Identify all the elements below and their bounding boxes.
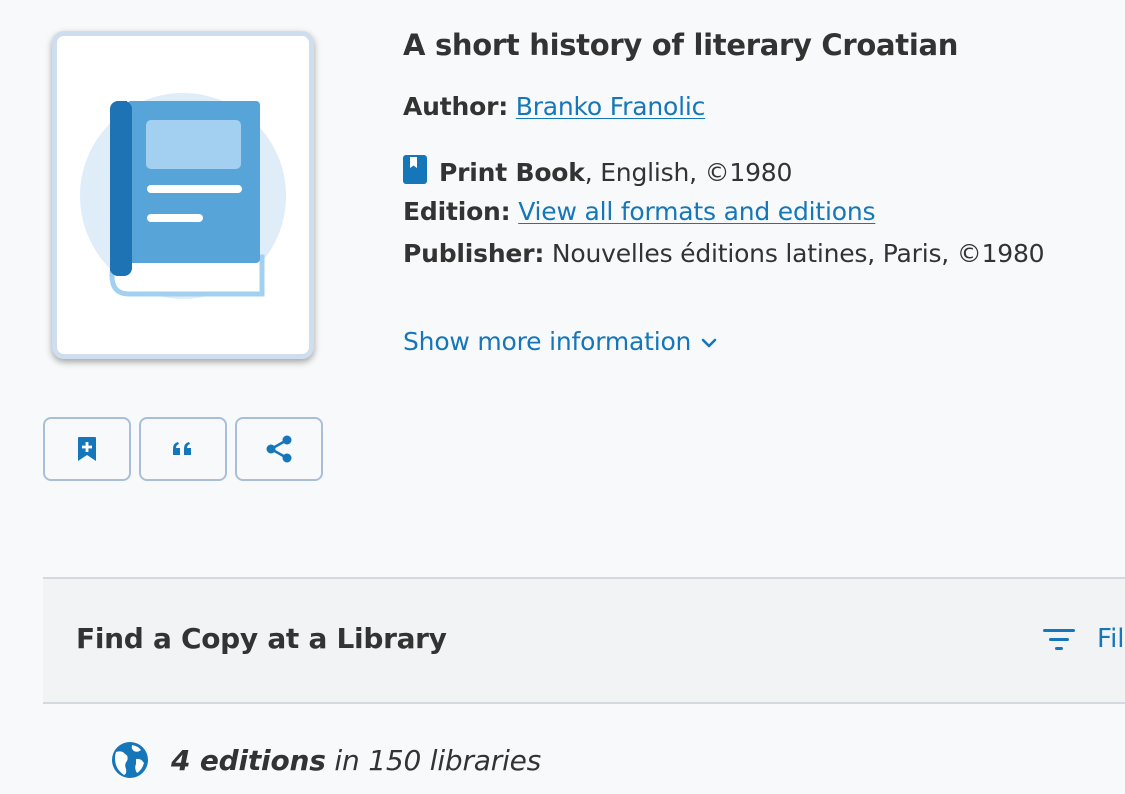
globe-icon <box>112 742 148 778</box>
save-button[interactable] <box>43 417 131 481</box>
book-cover-icon <box>80 93 286 299</box>
record-page: A short history of literary Croatian Aut… <box>0 0 1125 794</box>
author-row: Author: Branko Franolic <box>403 92 705 121</box>
find-copy-section: Find a Copy at a Library Fil <box>43 577 1125 704</box>
cite-button[interactable] <box>139 417 227 481</box>
format-type: Print Book <box>439 158 585 187</box>
publisher-row: Publisher: Nouvelles éditions latines, P… <box>403 239 1045 268</box>
editions-summary: 4 editions in 150 libraries <box>110 740 541 780</box>
share-icon <box>266 435 292 463</box>
format-row: Print Book, English, ©1980 <box>403 155 792 187</box>
quote-icon <box>173 442 191 455</box>
author-link[interactable]: Branko Franolic <box>516 92 706 121</box>
editions-count[interactable]: 4 editions <box>171 744 326 777</box>
show-more-button[interactable]: Show more information <box>403 327 718 356</box>
filter-button[interactable]: Fil <box>1043 624 1125 654</box>
show-more-label: Show more information <box>403 327 692 356</box>
share-button[interactable] <box>235 417 323 481</box>
filter-icon <box>1043 629 1075 650</box>
chevron-down-icon <box>701 338 717 348</box>
bookmark-plus-icon <box>78 437 96 461</box>
edition-row: Edition: View all formats and editions <box>403 197 875 226</box>
filter-label: Fil <box>1097 624 1125 654</box>
editions-libraries: in 150 libraries <box>325 743 542 777</box>
print-book-icon <box>403 155 427 184</box>
page-title: A short history of literary Croatian <box>403 28 959 62</box>
view-editions-link[interactable]: View all formats and editions <box>518 197 875 226</box>
publisher-value: Nouvelles éditions latines, Paris, ©1980 <box>551 239 1045 268</box>
author-label: Author: <box>403 92 508 121</box>
find-copy-title: Find a Copy at a Library <box>76 622 447 655</box>
format-details: , English, ©1980 <box>584 158 793 187</box>
book-cover <box>52 31 314 359</box>
publisher-label: Publisher: <box>403 239 545 268</box>
edition-label: Edition: <box>403 197 511 226</box>
